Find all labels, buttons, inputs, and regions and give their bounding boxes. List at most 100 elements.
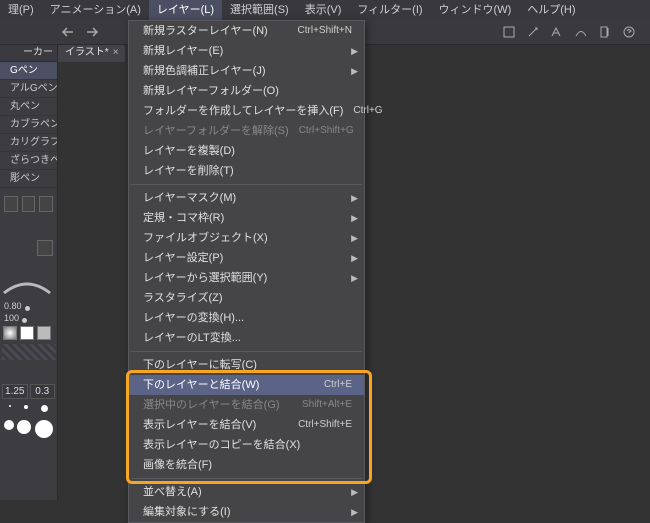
tool-button-b[interactable] — [522, 22, 544, 42]
menu-item[interactable]: 表示レイヤーのコピーを結合(X) — [129, 435, 364, 455]
menu-item[interactable]: 新規色調補正レイヤー(J)▶ — [129, 61, 364, 81]
menu-item-shortcut: Ctrl+E — [324, 375, 352, 395]
menu-item-label: 選択中のレイヤーを結合(G) — [143, 395, 292, 415]
submenu-arrow-icon: ▶ — [351, 41, 358, 61]
menu-item[interactable]: レイヤーマスク(M)▶ — [129, 188, 364, 208]
pen-item[interactable]: カリグラフィ — [0, 134, 57, 152]
menu-item-label: 画像を統合(F) — [143, 455, 352, 475]
submenu-arrow-icon: ▶ — [351, 61, 358, 81]
pen-item[interactable]: 彫ペン — [0, 170, 57, 188]
menu-item-label: レイヤーの変換(H)... — [143, 308, 352, 328]
opacity-slider[interactable]: 0.80 — [0, 300, 57, 312]
menu-item[interactable]: レイヤーのLT変換... — [129, 328, 364, 348]
palette-header: ーカー — [0, 44, 57, 62]
palette-icon[interactable] — [39, 196, 53, 212]
menu-item-label: 新規色調補正レイヤー(J) — [143, 61, 352, 81]
menu-item[interactable]: ファイルオブジェクト(X)▶ — [129, 228, 364, 248]
pen-item[interactable]: カブラペン — [0, 116, 57, 134]
tool-palette: ーカー Gペン アルGペン 丸ペン カブラペン カリグラフィ ざらつきペン 彫ペ… — [0, 20, 58, 500]
menubar-item-filter[interactable]: フィルター(I) — [349, 0, 430, 20]
menu-item-label: 新規ラスターレイヤー(N) — [143, 21, 288, 41]
menu-item-label: レイヤー設定(P) — [143, 248, 352, 268]
nav-back-button[interactable] — [57, 22, 79, 42]
menu-item[interactable]: 定規・コマ枠(R)▶ — [129, 208, 364, 228]
menu-item-label: 並べ替え(A) — [143, 482, 352, 502]
menu-item-label: 表示レイヤーのコピーを結合(X) — [143, 435, 352, 455]
menubar-item-window[interactable]: ウィンドウ(W) — [431, 0, 520, 20]
nav-fwd-button[interactable] — [81, 22, 103, 42]
close-icon[interactable]: × — [113, 44, 119, 62]
density-slider[interactable]: 100 — [0, 312, 57, 324]
menu-item[interactable]: 下のレイヤーと結合(W)Ctrl+E — [129, 375, 364, 395]
menu-item-label: レイヤーのLT変換... — [143, 328, 352, 348]
submenu-arrow-icon: ▶ — [351, 188, 358, 208]
menubar-item-help[interactable]: ヘルプ(H) — [519, 0, 583, 20]
menubar-item-layer[interactable]: レイヤー(L) — [149, 0, 222, 20]
menu-item[interactable]: レイヤーを複製(D) — [129, 141, 364, 161]
submenu-arrow-icon: ▶ — [351, 268, 358, 288]
menu-item[interactable]: 表示レイヤーを結合(V) Ctrl+Shift+E — [129, 415, 364, 435]
menu-item-label: 定規・コマ枠(R) — [143, 208, 352, 228]
menu-item[interactable]: レイヤーの変換(H)... — [129, 308, 364, 328]
palette-icon[interactable] — [4, 196, 18, 212]
submenu-arrow-icon: ▶ — [351, 248, 358, 268]
menubar-item-edit[interactable]: 理(P) — [0, 0, 42, 20]
menubar-item-animation[interactable]: アニメーション(A) — [42, 0, 149, 20]
tool-button-c[interactable] — [546, 22, 568, 42]
menu-item-shortcut: Ctrl+Shift+G — [299, 121, 354, 141]
wrench-icon[interactable] — [37, 240, 53, 256]
submenu-arrow-icon: ▶ — [351, 502, 358, 522]
menu-item-shortcut: Ctrl+G — [353, 101, 382, 121]
pen-list: Gペン アルGペン 丸ペン カブラペン カリグラフィ ざらつきペン 彫ペン — [0, 62, 57, 188]
tool-button-d[interactable] — [570, 22, 592, 42]
menu-separator — [131, 351, 362, 352]
menu-item-shortcut: Ctrl+Shift+N — [298, 21, 352, 41]
document-tab[interactable]: イラスト* × — [57, 44, 125, 62]
menu-item[interactable]: レイヤーから選択範囲(Y)▶ — [129, 268, 364, 288]
menu-item[interactable]: フォルダーを作成してレイヤーを挿入(F)Ctrl+G — [129, 101, 364, 121]
menubar: 理(P) アニメーション(A) レイヤー(L) 選択範囲(S) 表示(V) フィ… — [0, 0, 650, 20]
menubar-item-view[interactable]: 表示(V) — [297, 0, 350, 20]
menu-item-label: 表示レイヤーを結合(V) — [143, 415, 288, 435]
palette-icon[interactable] — [22, 196, 36, 212]
menu-item[interactable]: レイヤーを削除(T) — [129, 161, 364, 181]
menu-item-label: レイヤーから選択範囲(Y) — [143, 268, 352, 288]
pen-item[interactable]: Gペン — [0, 62, 57, 80]
menu-item[interactable]: 新規ラスターレイヤー(N) Ctrl+Shift+N — [129, 21, 364, 41]
pen-item[interactable]: 丸ペン — [0, 98, 57, 116]
menu-item[interactable]: レイヤー設定(P)▶ — [129, 248, 364, 268]
menu-item-label: レイヤーを削除(T) — [143, 161, 352, 181]
swatch[interactable] — [3, 326, 17, 340]
menu-item-shortcut: Shift+Alt+E — [302, 395, 352, 415]
menu-item[interactable]: 新規レイヤー(E)▶ — [129, 41, 364, 61]
submenu-arrow-icon: ▶ — [351, 228, 358, 248]
brush-size-dots[interactable] — [0, 416, 57, 442]
menu-item[interactable]: 新規レイヤーフォルダー(O) — [129, 81, 364, 101]
swatch[interactable] — [20, 326, 34, 340]
menu-item[interactable]: 下のレイヤーに転写(C) — [129, 355, 364, 375]
texture-preview — [2, 344, 56, 360]
menubar-item-selection[interactable]: 選択範囲(S) — [222, 0, 297, 20]
menu-item[interactable]: 画像を統合(F) — [129, 455, 364, 475]
tool-button-a[interactable] — [498, 22, 520, 42]
pen-item[interactable]: ざらつきペン — [0, 152, 57, 170]
submenu-arrow-icon: ▶ — [351, 482, 358, 502]
menu-item-label: ラスタライズ(Z) — [143, 288, 352, 308]
menu-item-label: 下のレイヤーに転写(C) — [143, 355, 352, 375]
tool-button-e[interactable] — [594, 22, 616, 42]
swatch[interactable] — [37, 326, 51, 340]
menu-item-label: レイヤーマスク(M) — [143, 188, 352, 208]
brush-curve-icon — [0, 273, 54, 297]
brush-size-dots[interactable] — [0, 401, 57, 416]
menu-item[interactable]: 編集対象にする(I)▶ — [129, 502, 364, 522]
tool-button-help[interactable] — [618, 22, 640, 42]
menu-item-shortcut: Ctrl+Shift+E — [298, 415, 352, 435]
menu-item[interactable]: 並べ替え(A)▶ — [129, 482, 364, 502]
document-tab-label: イラスト* — [65, 44, 109, 62]
menu-item[interactable]: ラスタライズ(Z) — [129, 288, 364, 308]
menu-item-label: 新規レイヤーフォルダー(O) — [143, 81, 352, 101]
menu-item-label: 新規レイヤー(E) — [143, 41, 352, 61]
menu-item: 選択中のレイヤーを結合(G) Shift+Alt+E — [129, 395, 364, 415]
menu-separator — [131, 184, 362, 185]
pen-item[interactable]: アルGペン — [0, 80, 57, 98]
